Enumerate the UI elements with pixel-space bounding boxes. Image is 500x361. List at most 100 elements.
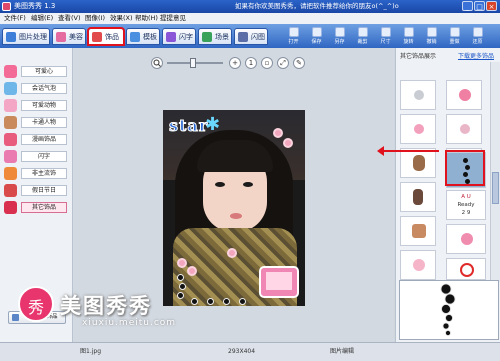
menu-feedback[interactable]: 提提意见 bbox=[160, 14, 186, 23]
cartoon-icon bbox=[4, 116, 17, 129]
save-as-button[interactable]: 另存 bbox=[330, 26, 349, 47]
restore-button[interactable]: 还原 bbox=[468, 26, 487, 47]
scrollbar-thumb[interactable] bbox=[492, 172, 499, 204]
redo-button[interactable]: 重做 bbox=[445, 26, 464, 47]
open-button[interactable]: 打开 bbox=[284, 26, 303, 47]
undo-button[interactable]: 撤销 bbox=[422, 26, 441, 47]
star-sticker-text[interactable]: star bbox=[168, 116, 208, 136]
snowflake-sticker[interactable]: ✱ bbox=[205, 114, 220, 135]
photo-left-eye bbox=[215, 182, 225, 187]
menu-effects[interactable]: 效果(X) bbox=[110, 14, 133, 23]
lips-icon bbox=[4, 167, 17, 180]
sticker-cell[interactable] bbox=[446, 258, 486, 280]
zoom-in-button[interactable]: + bbox=[229, 57, 241, 69]
sidebar-item-cute-animals[interactable]: 可爱动物 bbox=[3, 98, 69, 113]
sidebar-item-other[interactable]: 其它饰品 bbox=[3, 200, 69, 215]
flower-icon bbox=[413, 259, 425, 271]
deco-icon bbox=[460, 124, 470, 134]
toolbar: 图片处理 美容 饰品 模板 闪字 场景 闪图 打开 保存 另存 裁剪 尺寸 旋转… bbox=[0, 24, 500, 48]
sticker-cell[interactable] bbox=[400, 182, 436, 212]
tab-accessories[interactable]: 饰品 bbox=[87, 27, 125, 46]
watermark-title: 美图秀秀 bbox=[60, 294, 152, 318]
tab-beauty[interactable]: 美容 bbox=[52, 28, 86, 45]
menu-edit[interactable]: 编辑(E) bbox=[31, 14, 53, 23]
sticker-cell[interactable] bbox=[400, 148, 436, 178]
sidebar-item-flash-text[interactable]: 闪字 bbox=[3, 149, 69, 164]
scene-icon bbox=[202, 32, 212, 42]
maximize-button[interactable]: □ bbox=[474, 1, 485, 11]
restore-icon bbox=[473, 27, 483, 37]
sidebar-item-alternative[interactable]: 非主流饰 bbox=[3, 166, 69, 181]
dot-chain-bead bbox=[179, 283, 186, 290]
crop-button[interactable]: 裁剪 bbox=[353, 26, 372, 47]
sticker-cell[interactable]: A U Ready 2 9 bbox=[446, 190, 486, 220]
sparkle-icon bbox=[4, 150, 17, 163]
save-icon bbox=[312, 27, 322, 37]
magnifier-icon bbox=[153, 59, 161, 67]
sticker-cell[interactable] bbox=[400, 250, 436, 280]
sticker-cell[interactable] bbox=[446, 80, 482, 110]
image-edit-icon bbox=[6, 32, 16, 42]
flower-sticker[interactable] bbox=[187, 266, 197, 276]
dot-chain-bead bbox=[177, 274, 184, 281]
app-title: 美图秀秀 1.3 bbox=[14, 2, 56, 10]
sidebar-item-speech-bubbles[interactable]: 会话气泡 bbox=[3, 81, 69, 96]
photo-bangs bbox=[197, 140, 273, 172]
flower-sticker[interactable] bbox=[227, 248, 237, 258]
close-button[interactable]: × bbox=[486, 1, 497, 11]
sticker-cell[interactable] bbox=[446, 114, 482, 144]
sticker-cell[interactable] bbox=[446, 224, 486, 254]
dot-chain-bead bbox=[223, 298, 230, 305]
title-bar: 美图秀秀 1.3 如果有你欢美图秀秀，请把软件推荐给你的朋友o(^_^)o _ … bbox=[0, 0, 500, 13]
heart-icon bbox=[4, 65, 17, 78]
sidebar-item-cartoon-characters[interactable]: 卡通人物 bbox=[3, 115, 69, 130]
sticker-cell[interactable] bbox=[400, 114, 436, 144]
import-icon bbox=[12, 314, 19, 321]
flash-image-icon bbox=[238, 32, 248, 42]
heart-icon bbox=[414, 124, 424, 134]
photo-canvas[interactable]: star ✱ bbox=[163, 110, 305, 306]
zoom-bar: + 1 ▫ ⤢ ✎ bbox=[147, 56, 319, 70]
save-button[interactable]: 保存 bbox=[307, 26, 326, 47]
template-icon bbox=[130, 32, 140, 42]
tab-template[interactable]: 模板 bbox=[126, 28, 160, 45]
tv-frame-sticker[interactable] bbox=[259, 266, 299, 298]
sidebar-item-comic-accessories[interactable]: 漫画饰品 bbox=[3, 132, 69, 147]
tab-scene[interactable]: 场景 bbox=[198, 28, 232, 45]
resize-button[interactable]: 尺寸 bbox=[376, 26, 395, 47]
sticker-cell[interactable] bbox=[400, 80, 436, 110]
status-bar: 图1.jpg 293X404 图片编辑 bbox=[0, 342, 500, 361]
rotate-button[interactable]: 旋转 bbox=[399, 26, 418, 47]
app-icon bbox=[2, 2, 11, 11]
minimize-button[interactable]: _ bbox=[462, 1, 473, 11]
save-as-icon bbox=[335, 27, 345, 37]
download-more-link[interactable]: 下载更多饰品 bbox=[458, 51, 494, 60]
tab-flash-image[interactable]: 闪图 bbox=[234, 28, 268, 45]
menu-image[interactable]: 图像(I) bbox=[85, 14, 105, 23]
actual-size-button[interactable]: 1 bbox=[245, 57, 257, 69]
fit-window-button[interactable]: ▫ bbox=[261, 57, 273, 69]
sticker-cell[interactable] bbox=[400, 216, 436, 246]
menu-file[interactable]: 文件(F) bbox=[4, 14, 26, 23]
flower-sticker[interactable] bbox=[273, 128, 283, 138]
brush-button[interactable]: ✎ bbox=[293, 57, 305, 69]
bubble-icon bbox=[414, 90, 424, 100]
flower-sticker[interactable] bbox=[177, 258, 187, 268]
menu-view[interactable]: 查看(V) bbox=[58, 14, 81, 23]
accessories-icon bbox=[92, 32, 102, 42]
panel-header: 其它饰品展示 bbox=[400, 53, 437, 60]
fullscreen-button[interactable]: ⤢ bbox=[277, 57, 289, 69]
zoom-slider-thumb[interactable] bbox=[190, 58, 196, 68]
menu-help[interactable]: 帮助(H) bbox=[135, 14, 158, 23]
tab-flash-text[interactable]: 闪字 bbox=[162, 28, 196, 45]
watermark-url: xiuxiu.meitu.com bbox=[82, 318, 177, 328]
sidebar-item-holidays[interactable]: 假日节日 bbox=[3, 183, 69, 198]
zoom-out-button[interactable] bbox=[151, 57, 163, 69]
panel-scrollbar[interactable] bbox=[490, 62, 500, 282]
tab-image-edit[interactable]: 图片处理 bbox=[2, 28, 50, 45]
sidebar-item-cute-hearts[interactable]: 可爱心 bbox=[3, 64, 69, 79]
tv-screen bbox=[266, 272, 292, 290]
flower-sticker[interactable] bbox=[283, 138, 293, 148]
comic-icon bbox=[4, 133, 17, 146]
bag-icon bbox=[412, 224, 426, 238]
